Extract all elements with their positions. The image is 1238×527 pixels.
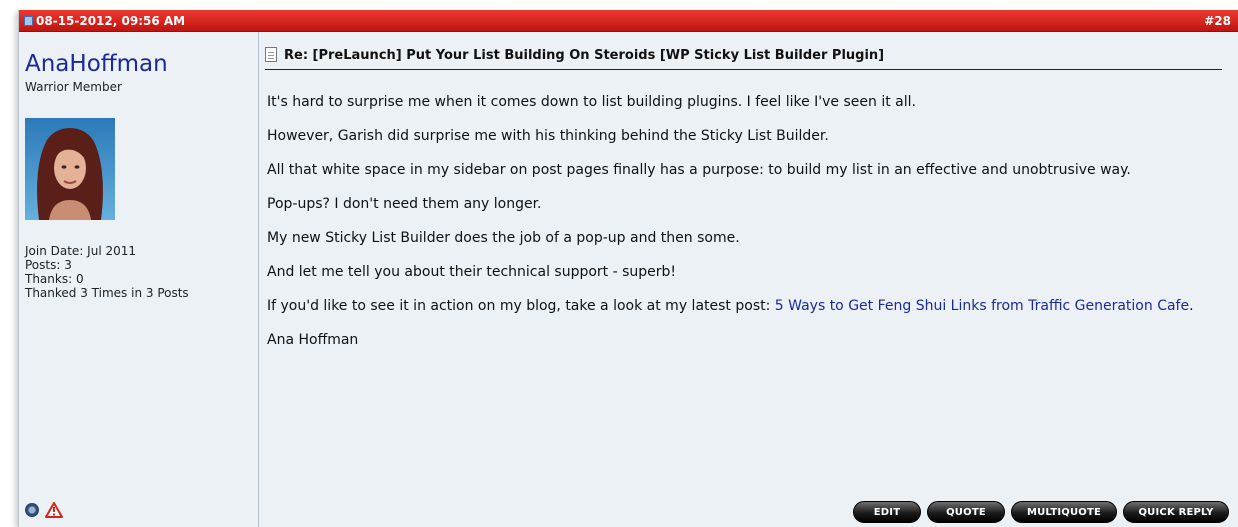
join-date: Join Date: Jul 2011 bbox=[25, 244, 137, 258]
post-paragraph-5: My new Sticky List Builder does the job … bbox=[267, 230, 740, 246]
post-paragraph-3: All that white space in my sidebar on po… bbox=[267, 162, 1131, 178]
edit-button[interactable]: EDIT bbox=[853, 501, 921, 523]
status-icons bbox=[25, 502, 63, 518]
blog-post-link[interactable]: 5 Ways to Get Feng Shui Links from Traff… bbox=[775, 298, 1189, 314]
post-header: 08-15-2012, 09:56 AM #28 bbox=[19, 10, 1238, 32]
quote-button[interactable]: QUOTE bbox=[927, 501, 1005, 523]
user-title: Warrior Member bbox=[25, 80, 122, 94]
post-paragraph-2: However, Garish did surprise me with his… bbox=[267, 128, 829, 144]
thanked-count: Thanked 3 Times in 3 Posts bbox=[25, 286, 189, 300]
report-post-icon[interactable] bbox=[45, 502, 63, 518]
user-stats: Join Date: Jul 2011 Posts: 3 Thanks: 0 T… bbox=[25, 244, 189, 300]
post-icon bbox=[24, 16, 33, 26]
post-body: It's hard to surprise me when it comes d… bbox=[267, 92, 1227, 364]
post-paragraph-4: Pop-ups? I don't need them any longer. bbox=[267, 196, 542, 212]
post-number-link[interactable]: #28 bbox=[1204, 14, 1231, 28]
post-paragraph-7-end: . bbox=[1189, 298, 1194, 314]
post-content-panel: Re: [PreLaunch] Put Your List Building O… bbox=[259, 32, 1238, 527]
username-link[interactable]: AnaHoffman bbox=[25, 51, 168, 77]
post-paragraph-7: If you'd like to see it in action on my … bbox=[267, 296, 1227, 316]
post-title-row: Re: [PreLaunch] Put Your List Building O… bbox=[265, 47, 1222, 70]
document-icon bbox=[265, 47, 277, 62]
thanks-count: Thanks: 0 bbox=[25, 272, 84, 286]
post-date-text: 08-15-2012, 09:56 AM bbox=[36, 14, 186, 28]
post-count: Posts: 3 bbox=[25, 258, 72, 272]
avatar-image bbox=[25, 118, 115, 220]
post-date: 08-15-2012, 09:56 AM bbox=[24, 14, 185, 28]
post-paragraph-7-text: If you'd like to see it in action on my … bbox=[267, 298, 775, 314]
avatar[interactable] bbox=[25, 118, 115, 220]
multiquote-button[interactable]: MULTIQUOTE bbox=[1011, 501, 1117, 523]
quick-reply-button[interactable]: QUICK REPLY bbox=[1123, 501, 1229, 523]
post-paragraph-1: It's hard to surprise me when it comes d… bbox=[267, 94, 916, 110]
forum-post: 08-15-2012, 09:56 AM #28 AnaHoffman Warr… bbox=[18, 10, 1238, 527]
post-paragraph-6: And let me tell you about their technica… bbox=[267, 264, 677, 280]
online-status-icon bbox=[25, 503, 39, 517]
post-title: Re: [PreLaunch] Put Your List Building O… bbox=[284, 48, 885, 63]
post-action-buttons: EDIT QUOTE MULTIQUOTE QUICK REPLY bbox=[853, 501, 1229, 523]
user-info-panel: AnaHoffman Warrior Member Join Date: Jul… bbox=[19, 32, 259, 527]
post-signature: Ana Hoffman bbox=[267, 332, 359, 348]
